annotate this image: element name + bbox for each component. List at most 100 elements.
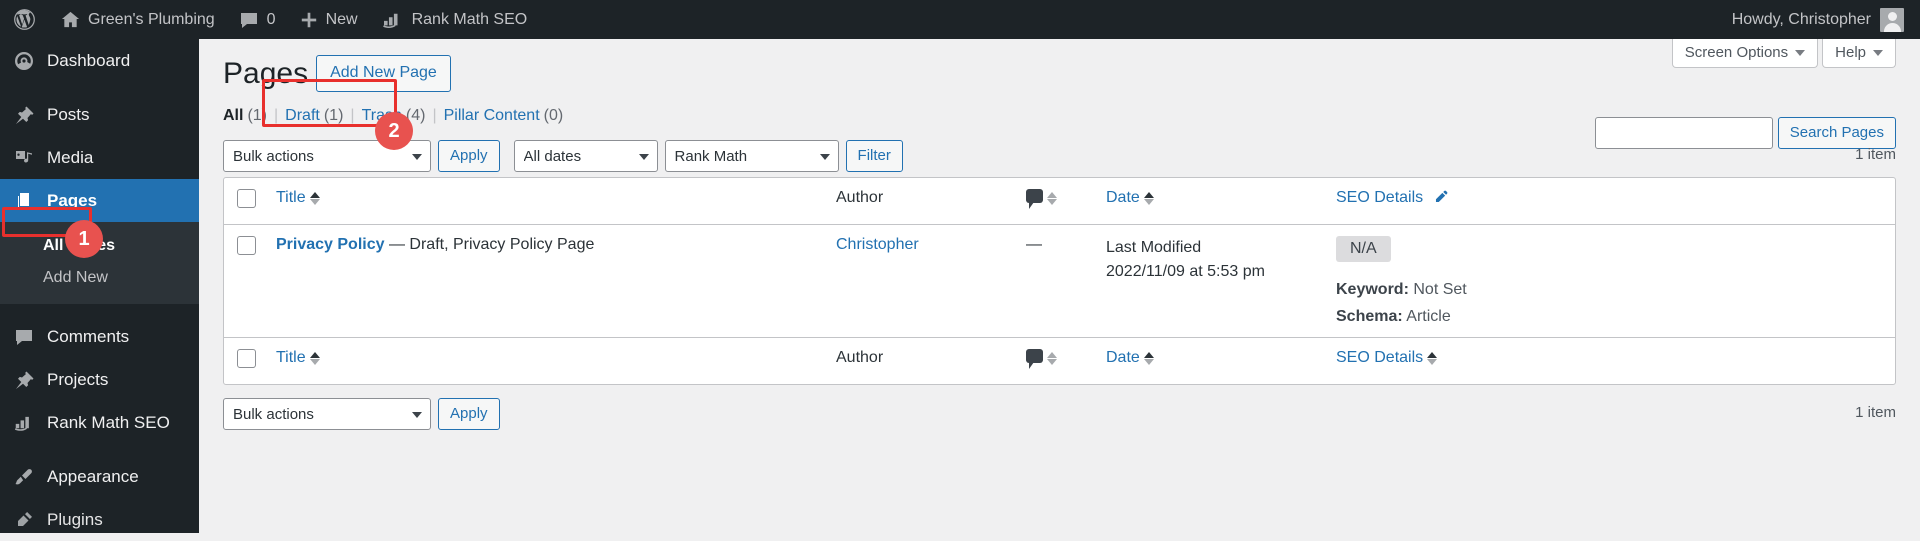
select-all-checkbox[interactable] bbox=[237, 189, 256, 208]
filter-draft-count: (1) bbox=[323, 107, 344, 124]
select-all-header bbox=[224, 178, 266, 225]
column-footer-seo-details[interactable]: SEO Details bbox=[1326, 337, 1895, 384]
rank-math-icon bbox=[13, 412, 35, 434]
column-author-label: Author bbox=[836, 189, 884, 206]
comment-bubble-icon bbox=[1026, 349, 1043, 369]
divider: | bbox=[350, 107, 355, 124]
column-title-label: Title bbox=[276, 349, 306, 366]
displaying-num-bottom: 1 item bbox=[1855, 404, 1896, 421]
sort-indicator-icon bbox=[1047, 352, 1057, 365]
screen-meta-links: Screen Options Help bbox=[1671, 39, 1896, 68]
pencil-icon[interactable] bbox=[1433, 189, 1449, 205]
sort-title-link-bottom[interactable]: Title bbox=[276, 349, 320, 367]
new-content-button[interactable]: New bbox=[288, 0, 370, 39]
sidebar-item-label: Media bbox=[47, 147, 94, 167]
sidebar-item-plugins[interactable]: Plugins bbox=[0, 498, 199, 541]
page-title-link[interactable]: Privacy Policy bbox=[276, 236, 385, 253]
row-author-cell: Christopher bbox=[826, 225, 1016, 337]
help-label: Help bbox=[1835, 44, 1866, 61]
row-comments-cell: — bbox=[1016, 225, 1096, 337]
author-link[interactable]: Christopher bbox=[836, 236, 919, 253]
wordpress-logo-icon bbox=[12, 7, 37, 32]
page-post-state: — Draft, Privacy Policy Page bbox=[384, 236, 595, 253]
column-footer-date[interactable]: Date bbox=[1096, 337, 1326, 384]
filter-link-all[interactable]: All (1) bbox=[223, 107, 267, 125]
sort-date-link[interactable]: Date bbox=[1106, 189, 1154, 207]
apply-bulk-action-button-top[interactable]: Apply bbox=[438, 140, 500, 172]
sort-comments-link[interactable] bbox=[1026, 189, 1057, 209]
filter-draft-label: Draft bbox=[285, 107, 320, 124]
add-new-page-button[interactable]: Add New Page bbox=[316, 54, 451, 92]
select-all-checkbox-bottom[interactable] bbox=[237, 349, 256, 368]
sort-indicator-icon bbox=[309, 192, 320, 205]
pages-wrap: Pages Add New Page All (1) | Draft (1) |… bbox=[199, 39, 1920, 435]
rank-math-seo-button[interactable]: Rank Math SEO bbox=[370, 0, 540, 39]
sort-comments-link-bottom[interactable] bbox=[1026, 349, 1057, 369]
page-header: Pages Add New Page bbox=[223, 49, 1896, 97]
filter-link-pillar-content[interactable]: Pillar Content (0) bbox=[444, 107, 564, 125]
seo-keyword-line: Keyword: Not Set bbox=[1336, 281, 1885, 299]
filter-button[interactable]: Filter bbox=[845, 140, 903, 172]
select-all-footer bbox=[224, 337, 266, 384]
rank-math-icon bbox=[382, 11, 404, 29]
sort-seo-details-link-bottom[interactable]: SEO Details bbox=[1336, 349, 1438, 367]
sidebar-item-add-new-page[interactable]: Add New bbox=[0, 262, 199, 294]
sidebar-item-pages[interactable]: Pages bbox=[0, 179, 199, 222]
sidebar-item-label: Comments bbox=[47, 326, 130, 346]
filter-link-draft[interactable]: Draft (1) bbox=[285, 107, 343, 125]
table-footer-row: Title Author Date SEO Details bbox=[224, 337, 1895, 384]
column-header-seo-details[interactable]: SEO Details bbox=[1326, 178, 1895, 225]
sidebar-item-appearance[interactable]: Appearance bbox=[0, 455, 199, 498]
sort-title-link[interactable]: Title bbox=[276, 189, 320, 207]
screen-options-tab[interactable]: Screen Options bbox=[1671, 39, 1819, 68]
sort-date-link-bottom[interactable]: Date bbox=[1106, 349, 1154, 367]
date-value: 2022/11/09 at 5:53 pm bbox=[1106, 263, 1265, 280]
row-checkbox[interactable] bbox=[237, 236, 256, 255]
column-footer-title[interactable]: Title bbox=[266, 337, 826, 384]
plus-icon bbox=[300, 11, 318, 29]
column-header-date[interactable]: Date bbox=[1096, 178, 1326, 225]
new-content-label: New bbox=[325, 10, 358, 28]
column-header-author: Author bbox=[826, 178, 1016, 225]
page-title: Pages bbox=[223, 56, 309, 90]
sidebar-item-label: Appearance bbox=[47, 466, 139, 486]
rank-math-filter-select[interactable]: Rank Math bbox=[664, 140, 839, 172]
sidebar-item-posts[interactable]: Posts bbox=[0, 93, 199, 136]
table-body: Privacy Policy — Draft, Privacy Policy P… bbox=[224, 225, 1895, 337]
tablenav-bottom: Bulk actions Apply 1 item bbox=[223, 393, 1896, 435]
column-footer-comments[interactable] bbox=[1016, 337, 1096, 384]
table-header-row: Title Author Date SEO Details bbox=[224, 178, 1895, 225]
chevron-down-icon bbox=[1795, 49, 1806, 56]
seo-details-link[interactable]: SEO Details bbox=[1336, 189, 1449, 207]
sidebar-item-comments[interactable]: Comments bbox=[0, 315, 199, 358]
pin-icon bbox=[13, 369, 35, 391]
my-account-button[interactable]: Howdy, Christopher bbox=[1732, 7, 1920, 32]
bulk-actions-select-bottom[interactable]: Bulk actions bbox=[223, 398, 431, 430]
sidebar-item-projects[interactable]: Projects bbox=[0, 358, 199, 401]
annotation-step-2: 2 bbox=[375, 112, 413, 150]
seo-keyword-value: Not Set bbox=[1413, 281, 1467, 298]
comments-button[interactable]: 0 bbox=[227, 0, 288, 39]
sidebar-item-rank-math-seo[interactable]: Rank Math SEO bbox=[0, 401, 199, 444]
column-seo-details-label: SEO Details bbox=[1336, 349, 1424, 366]
comment-bubble-icon bbox=[239, 10, 259, 30]
site-name-label: Green's Plumbing bbox=[88, 10, 215, 28]
date-label: Last Modified bbox=[1106, 239, 1202, 256]
sidebar-item-dashboard[interactable]: Dashboard bbox=[0, 39, 199, 82]
help-tab[interactable]: Help bbox=[1822, 39, 1896, 68]
site-name-button[interactable]: Green's Plumbing bbox=[49, 0, 227, 39]
filter-pillar-content-label: Pillar Content bbox=[443, 107, 540, 124]
comment-icon bbox=[13, 326, 35, 348]
apply-bulk-action-button-bottom[interactable]: Apply bbox=[438, 398, 500, 430]
row-title-cell: Privacy Policy — Draft, Privacy Policy P… bbox=[266, 225, 826, 337]
sidebar-item-label: Dashboard bbox=[47, 50, 131, 70]
column-header-comments[interactable] bbox=[1016, 178, 1096, 225]
row-date-cell: Last Modified 2022/11/09 at 5:53 pm bbox=[1096, 225, 1326, 337]
column-header-title[interactable]: Title bbox=[266, 178, 826, 225]
row-select-cell bbox=[224, 225, 266, 337]
wordpress-logo-button[interactable] bbox=[0, 0, 49, 39]
sidebar-item-media[interactable]: Media bbox=[0, 136, 199, 179]
date-filter-select[interactable]: All dates bbox=[513, 140, 658, 172]
sort-indicator-icon bbox=[1047, 192, 1057, 205]
sidebar-item-label: Pages bbox=[47, 190, 98, 210]
